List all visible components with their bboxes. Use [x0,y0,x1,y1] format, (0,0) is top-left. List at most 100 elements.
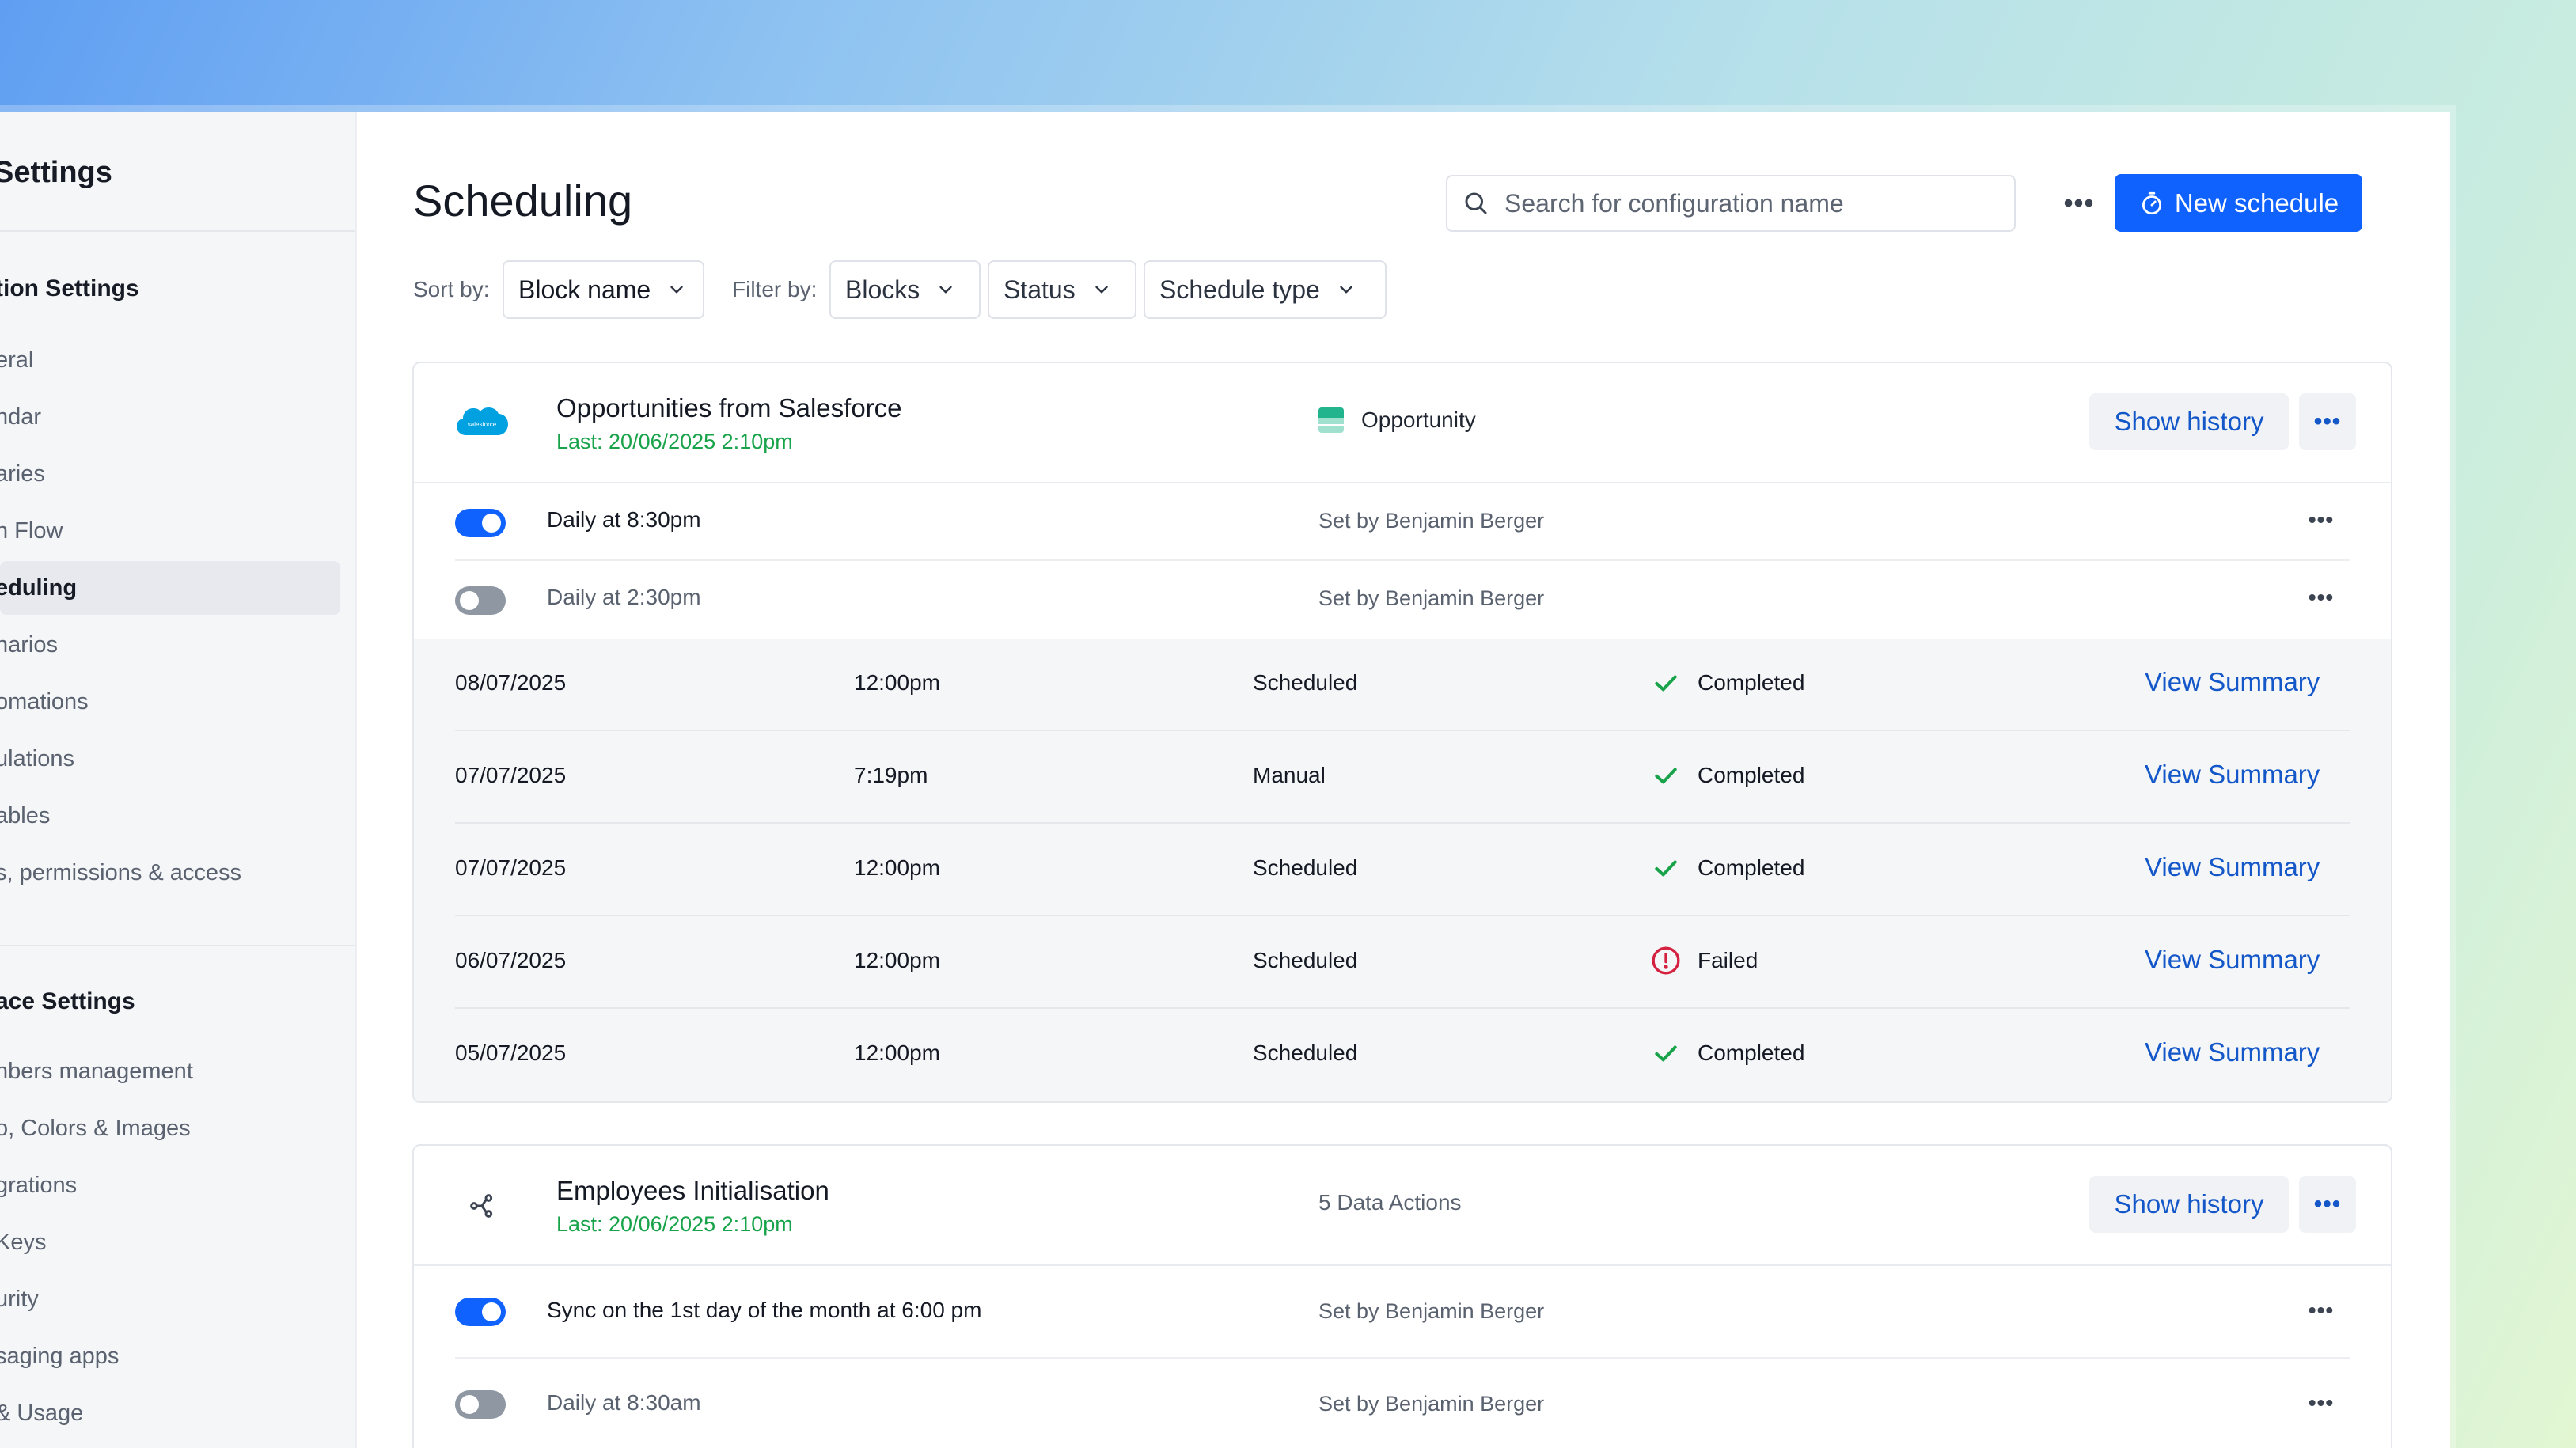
run-status: Failed [1650,945,1758,976]
settings-sidebar: Settings tion Settings eral ndar aries n… [0,112,357,1448]
card-title: Opportunities from Salesforce [556,393,902,423]
sidebar-item-automations[interactable]: omations [0,689,89,715]
run-time: 12:00pm [854,1041,940,1065]
sidebar-item-integrations[interactable]: grations [0,1173,77,1199]
run-type: Scheduled [1253,855,1358,880]
sidebar-item-calculations[interactable]: ulations [0,746,74,772]
blocks-filter-label: Blocks [845,275,920,304]
schedule-toggle[interactable] [455,509,506,537]
sidebar-item-branding[interactable]: o, Colors & Images [0,1116,191,1142]
sidebar-item-general[interactable]: eral [0,347,33,373]
sidebar-item-data-flow[interactable]: n Flow [0,518,63,544]
history-row: 05/07/2025 12:00pm Scheduled Completed V… [455,1009,2350,1101]
schedule-toggle[interactable] [455,586,506,615]
sidebar-item-scenarios[interactable]: narios [0,632,58,658]
show-history-button[interactable]: Show history [2089,1176,2289,1233]
block-type: 5 Data Actions [1318,1190,1462,1215]
run-type: Scheduled [1253,670,1358,695]
salesforce-icon: salesforce [455,401,509,445]
schedule-owner: Set by Benjamin Berger [1318,1299,1545,1323]
sidebar-item-variables[interactable]: ables [0,803,50,829]
card-more-icon[interactable]: ••• [2299,393,2356,450]
run-date: 07/07/2025 [455,855,567,880]
sidebar-item-glossaries[interactable]: aries [0,461,45,487]
run-type: Manual [1253,763,1326,787]
row-more-icon[interactable]: ••• [2301,1387,2341,1419]
run-status-label: Completed [1698,763,1805,787]
last-run-text: Last: 20/06/2025 2:10pm [556,1212,793,1236]
error-icon [1652,946,1680,975]
new-schedule-label: New schedule [2174,188,2339,218]
view-summary-link[interactable]: View Summary [2145,945,2320,975]
run-time: 12:00pm [854,855,940,880]
card-header: salesforce Opportunities from Salesforce… [414,363,2391,483]
run-time: 7:19pm [854,763,928,787]
checkmark-icon [1655,860,1677,877]
history-row: 07/07/2025 12:00pm Scheduled Completed V… [455,824,2350,916]
run-date: 05/07/2025 [455,1041,567,1065]
sidebar-item-scheduling[interactable]: eduling [0,561,340,615]
sidebar-title: Settings [0,156,112,189]
view-summary-link[interactable]: View Summary [2145,1037,2320,1067]
card-title: Employees Initialisation [556,1176,829,1205]
schedule-type-filter-dropdown[interactable]: Schedule type [1144,260,1387,319]
stopwatch-icon [2142,191,2161,214]
search-box[interactable] [1446,175,2016,232]
sidebar-item-security[interactable]: urity [0,1287,39,1313]
schedule-label: Sync on the 1st day of the month at 6:00… [547,1298,982,1322]
card-header: Employees Initialisation Last: 20/06/202… [414,1146,2391,1266]
new-schedule-button[interactable]: New schedule [2115,174,2362,232]
sidebar-item-permissions[interactable]: s, permissions & access [0,860,241,886]
run-status: Completed [1650,852,1804,884]
search-icon [1465,192,1487,214]
schedule-owner: Set by Benjamin Berger [1318,1392,1545,1416]
schedule-toggle[interactable] [455,1390,506,1419]
chevron-down-icon [1095,286,1108,294]
sidebar-item-label: eduling [0,574,78,601]
sidebar-item-members[interactable]: nbers management [0,1059,193,1085]
schedule-owner: Set by Benjamin Berger [1318,509,1545,533]
search-input[interactable] [1504,188,1995,218]
row-more-icon[interactable]: ••• [2301,504,2341,536]
app-window: Settings tion Settings eral ndar aries n… [0,112,2450,1448]
checkmark-icon [1655,1045,1677,1062]
block-type-label: Opportunity [1361,407,1476,432]
sidebar-section-app: tion Settings [0,275,139,301]
schedule-label: Daily at 8:30am [547,1390,701,1415]
schedule-label: Daily at 8:30pm [547,507,701,532]
svg-text:salesforce: salesforce [468,421,497,428]
run-status: Completed [1650,667,1804,699]
schedule-row: Daily at 8:30pm Set by Benjamin Berger •… [455,483,2350,561]
schedule-label: Daily at 2:30pm [547,585,701,609]
sidebar-section-workspace: ace Settings [0,988,135,1014]
schedule-row: Sync on the 1st day of the month at 6:00… [455,1266,2350,1359]
sidebar-item-messaging-apps[interactable]: saging apps [0,1344,119,1370]
filter-label: Filter by: [732,277,818,301]
sidebar-item-api-keys[interactable]: Keys [0,1230,46,1256]
history-row: 06/07/2025 12:00pm Scheduled Failed View… [455,916,2350,1009]
view-summary-link[interactable]: View Summary [2145,760,2320,790]
view-summary-link[interactable]: View Summary [2145,667,2320,697]
run-date: 07/07/2025 [455,763,567,787]
run-history: 08/07/2025 12:00pm Scheduled Completed V… [414,639,2391,1101]
run-status-label: Failed [1698,948,1758,972]
run-date: 06/07/2025 [455,948,567,972]
run-type: Scheduled [1253,1041,1358,1065]
schedule-toggle[interactable] [455,1298,506,1326]
card-more-icon[interactable]: ••• [2299,1176,2356,1233]
run-time: 12:00pm [854,670,940,695]
row-more-icon[interactable]: ••• [2301,582,2341,613]
sidebar-item-usage[interactable]: & Usage [0,1401,83,1427]
sidebar-item-calendar[interactable]: ndar [0,404,41,430]
show-history-button[interactable]: Show history [2089,393,2289,450]
page-title: Scheduling [413,176,633,226]
schedule-owner: Set by Benjamin Berger [1318,586,1545,610]
blocks-filter-dropdown[interactable]: Blocks [829,260,981,319]
status-filter-dropdown[interactable]: Status [988,260,1136,319]
sort-dropdown[interactable]: Block name [503,260,704,319]
chevron-down-icon [1340,286,1352,294]
row-more-icon[interactable]: ••• [2301,1294,2341,1326]
more-options-icon[interactable]: ••• [2055,180,2103,227]
view-summary-link[interactable]: View Summary [2145,852,2320,882]
run-status: Completed [1650,760,1804,791]
